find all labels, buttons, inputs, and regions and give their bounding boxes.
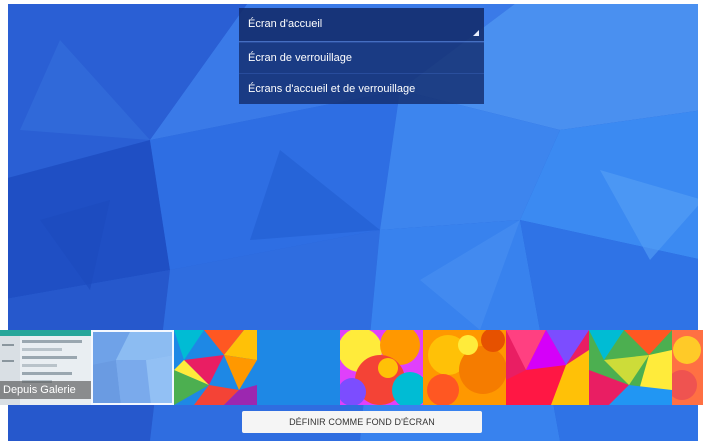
solid-blue-preview-image — [257, 330, 340, 405]
gallery-label: Depuis Galerie — [0, 381, 91, 399]
colorful-polygon-2-preview-image — [506, 330, 589, 405]
orange-abstract-preview-image — [423, 330, 506, 405]
thumbnail-colorful-polygon-3[interactable] — [589, 330, 672, 405]
thumbnail-colorful-abstract-1[interactable] — [340, 330, 423, 405]
colorful-abstract-preview-image — [340, 330, 423, 405]
colorful-polygon-preview-image — [174, 330, 257, 405]
thumbnail-orange-abstract[interactable] — [423, 330, 506, 405]
dropdown-option-label: Écran de verrouillage — [248, 52, 352, 64]
wallpaper-picker-screen: Écran d'accueil Écran de verrouillage Éc… — [0, 0, 703, 441]
dropdown-option-lock-screen[interactable]: Écran de verrouillage — [239, 42, 484, 73]
colorful-partial-preview-image — [672, 330, 703, 405]
screen-target-dropdown[interactable]: Écran d'accueil Écran de verrouillage Éc… — [239, 8, 484, 104]
dropdown-corner-icon — [473, 30, 479, 36]
dropdown-option-label: Écrans d'accueil et de verrouillage — [248, 83, 416, 95]
thumbnail-gallery[interactable]: Depuis Galerie — [0, 330, 91, 405]
dropdown-option-label: Écran d'accueil — [248, 18, 323, 30]
colorful-polygon-3-preview-image — [589, 330, 672, 405]
thumbnail-colorful-polygon-2[interactable] — [506, 330, 589, 405]
frame-top — [0, 0, 703, 4]
set-wallpaper-button[interactable]: DÉFINIR COMME FOND D'ÉCRAN — [242, 411, 482, 433]
thumbnail-solid-blue[interactable] — [257, 330, 340, 405]
thumbnail-current-blue-polygon[interactable] — [91, 330, 174, 405]
wallpaper-thumbnail-strip[interactable]: Depuis Galerie — [0, 330, 703, 405]
selected-thumbnail-border — [91, 330, 174, 405]
thumbnail-colorful-polygon-1[interactable] — [174, 330, 257, 405]
thumbnail-colorful-partial[interactable] — [672, 330, 703, 405]
dropdown-option-home-screen[interactable]: Écran d'accueil — [239, 8, 484, 42]
dropdown-option-home-and-lock-screens[interactable]: Écrans d'accueil et de verrouillage — [239, 73, 484, 104]
